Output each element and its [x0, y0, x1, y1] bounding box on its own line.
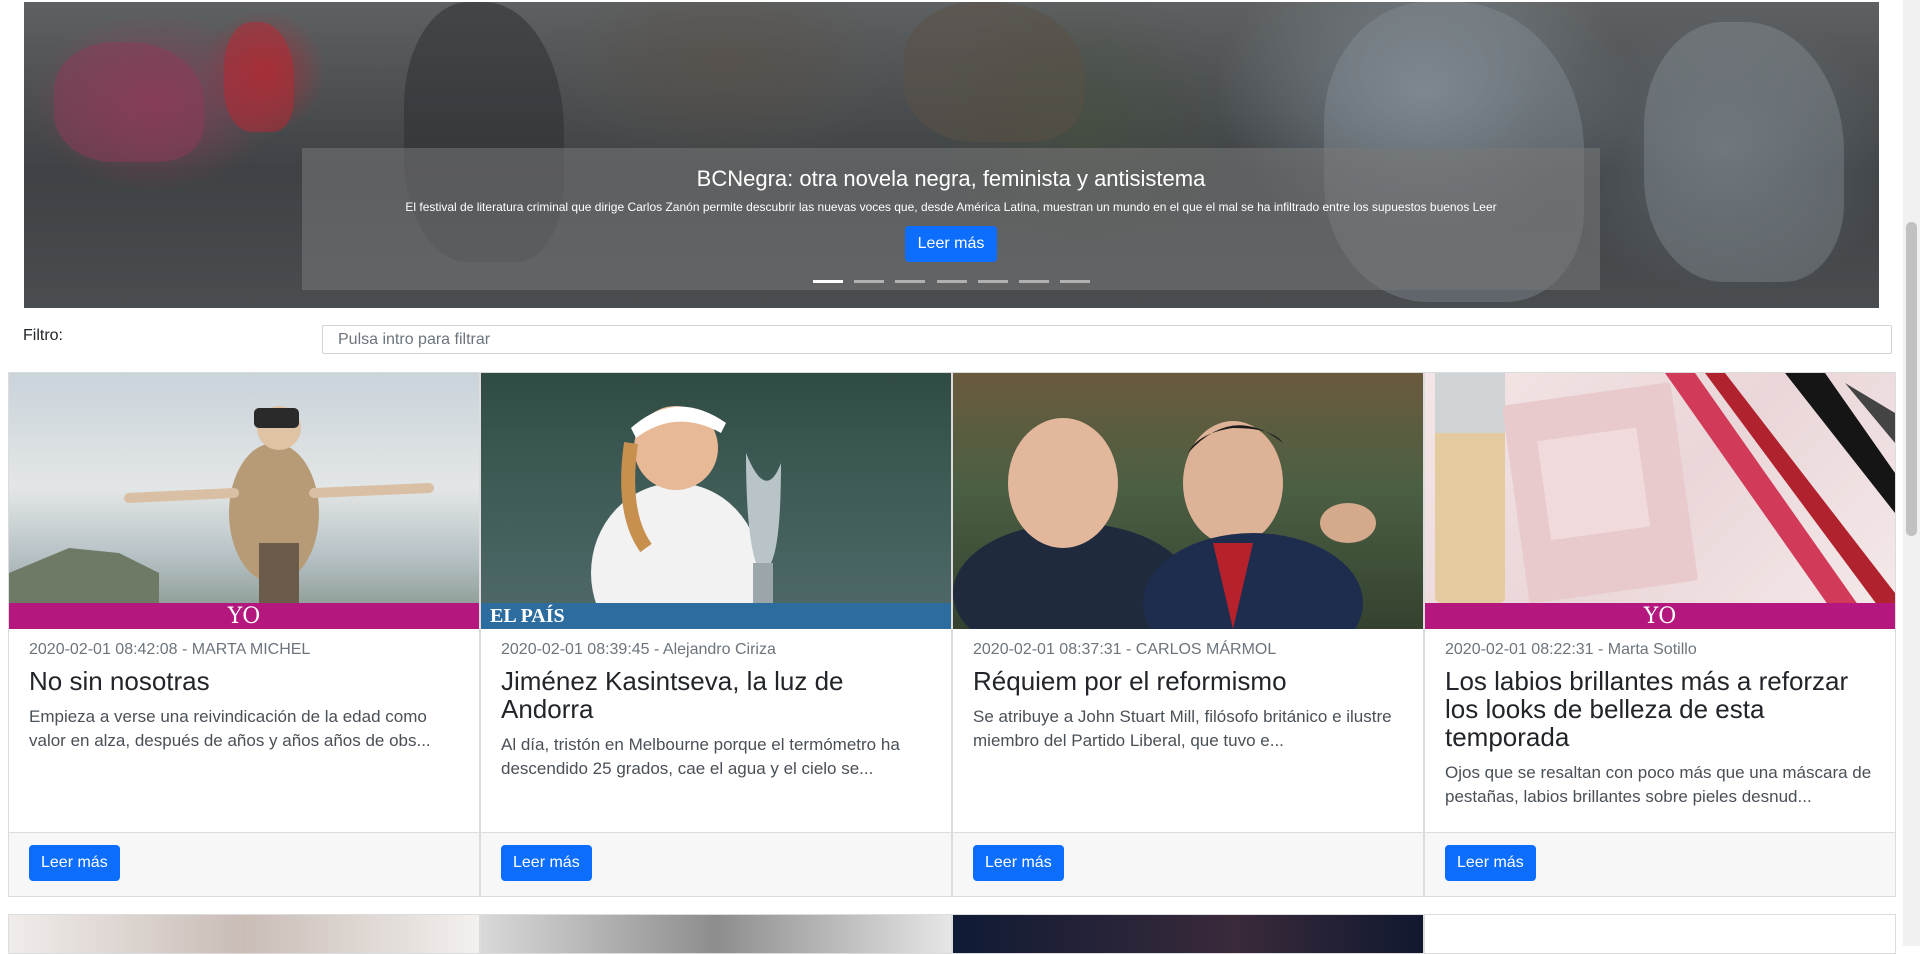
card-footer: Leer más [1425, 832, 1895, 896]
carousel-indicators [24, 280, 1879, 284]
carousel-indicator[interactable] [813, 280, 844, 283]
news-card: YO 2020-02-01 08:22:31 - Marta Sotillo L… [1424, 372, 1896, 897]
card-image[interactable]: YO [1425, 373, 1895, 629]
scrollbar-thumb[interactable] [1906, 222, 1917, 536]
card-meta: 2020-02-01 08:42:08 - MARTA MICHEL [29, 641, 311, 658]
news-card: YO 2020-02-01 08:42:08 - MARTA MICHEL No… [8, 372, 480, 897]
card-excerpt: Empieza a verse una reivindicación de la… [29, 707, 431, 750]
card-image[interactable]: YO [9, 373, 479, 629]
card-excerpt: Se atribuye a John Stuart Mill, filósofo… [973, 707, 1392, 750]
carousel-description: El festival de literatura criminal que d… [405, 200, 1497, 214]
carousel-indicator[interactable] [895, 280, 926, 283]
card-footer: Leer más [953, 832, 1423, 896]
source-logo: YO [1425, 603, 1895, 629]
carousel-title: BCNegra: otra novela negra, feminista y … [696, 166, 1206, 191]
filter-input[interactable] [322, 325, 1892, 354]
hero-image [54, 42, 204, 162]
carousel-indicator[interactable] [936, 280, 967, 283]
news-card-peek[interactable] [480, 914, 952, 954]
news-card: EL PAÍS 2020-02-01 08:39:45 - Alejandro … [480, 372, 952, 897]
carousel-indicator[interactable] [977, 280, 1008, 283]
card-photo [1435, 373, 1895, 629]
source-logo: EL PAÍS [481, 603, 951, 629]
read-more-button[interactable]: Leer más [1445, 845, 1536, 881]
card-photo [9, 406, 434, 629]
carousel-read-more-button[interactable]: Leer más [904, 226, 998, 262]
news-card-peek[interactable] [1424, 914, 1896, 954]
card-title: No sin nosotras [29, 666, 210, 696]
card-title: Réquiem por el reformismo [973, 666, 1287, 696]
card-excerpt: Al día, tristón en Melbourne porque el t… [501, 735, 900, 778]
read-more-button[interactable]: Leer más [29, 845, 120, 881]
carousel-indicator[interactable] [854, 280, 885, 283]
page-scrollbar[interactable] [1903, 0, 1920, 946]
card-footer: Leer más [9, 832, 479, 896]
card-title: Los labios brillantes más a reforzar los… [1445, 666, 1849, 752]
news-card-peek[interactable] [952, 914, 1424, 954]
hero-carousel[interactable]: BCNegra: otra novela negra, feminista y … [24, 2, 1879, 308]
filter-label: Filtro: [23, 327, 63, 344]
card-image[interactable] [953, 373, 1423, 629]
news-card: 2020-02-01 08:37:31 - CARLOS MÁRMOL Réqu… [952, 372, 1424, 897]
card-meta: 2020-02-01 08:37:31 - CARLOS MÁRMOL [973, 641, 1277, 658]
carousel-indicator[interactable] [1018, 280, 1049, 283]
card-image[interactable]: EL PAÍS [481, 373, 951, 629]
card-photo [953, 418, 1376, 629]
read-more-button[interactable]: Leer más [973, 845, 1064, 881]
carousel-caption: BCNegra: otra novela negra, feminista y … [302, 148, 1600, 290]
read-more-button[interactable]: Leer más [501, 845, 592, 881]
news-card-peek[interactable] [8, 914, 480, 954]
card-meta: 2020-02-01 08:39:45 - Alejandro Ciriza [501, 641, 776, 658]
card-title: Jiménez Kasintseva, la luz de Andorra [501, 666, 844, 724]
carousel-indicator[interactable] [1059, 280, 1090, 283]
card-photo [591, 406, 781, 629]
source-logo: YO [9, 603, 479, 629]
card-meta: 2020-02-01 08:22:31 - Marta Sotillo [1445, 641, 1697, 658]
card-footer: Leer más [481, 832, 951, 896]
card-excerpt: Ojos que se resaltan con poco más que un… [1445, 763, 1872, 806]
